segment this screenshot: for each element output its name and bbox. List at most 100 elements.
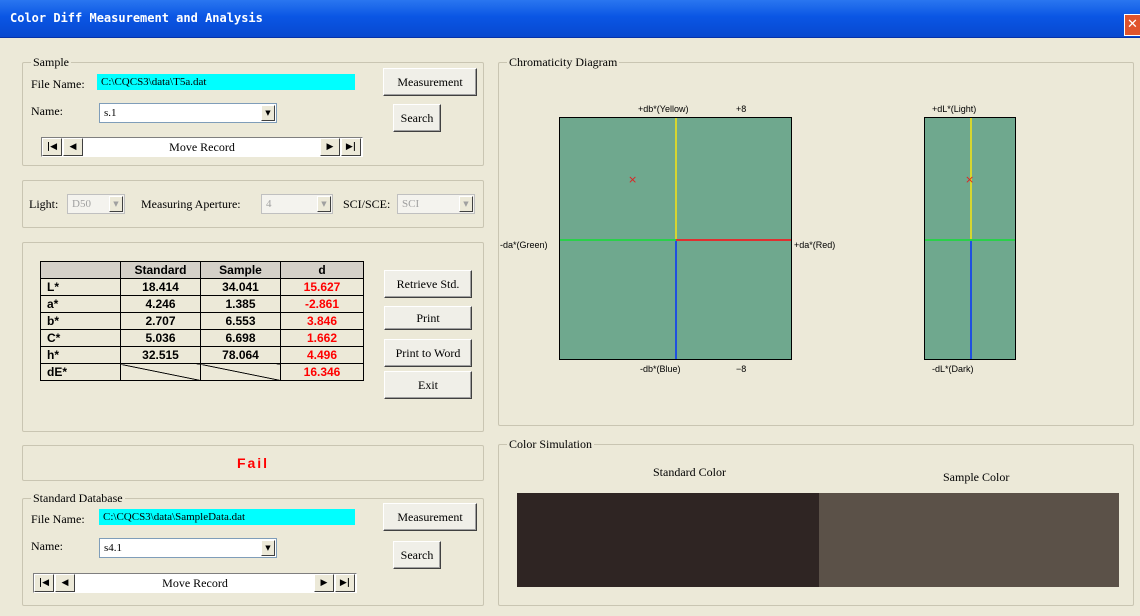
table-row: h* 32.515 78.064 4.496 bbox=[40, 346, 364, 364]
sample-value: 78.064 bbox=[200, 346, 281, 364]
table-row: a* 4.246 1.385 -2.861 bbox=[40, 295, 364, 313]
next-record-icon[interactable]: ▶ bbox=[314, 574, 334, 592]
sample-name-select[interactable]: s.1 ▼ bbox=[99, 103, 277, 123]
sample-measurement-button[interactable]: Measurement bbox=[383, 68, 477, 96]
aperture-label: Measuring Aperture: bbox=[141, 197, 241, 211]
standard-value: 32.515 bbox=[120, 346, 201, 364]
delta-value: -2.861 bbox=[280, 295, 364, 313]
standard-value-empty bbox=[120, 363, 201, 381]
sample-group: Sample File Name: C:\CQCS3\data\T5a.dat … bbox=[22, 55, 484, 166]
light-label: Light: bbox=[29, 197, 59, 211]
standard-db-group-title: Standard Database bbox=[31, 491, 125, 505]
l-zero-line bbox=[925, 239, 1015, 241]
blue-axis-line bbox=[675, 240, 677, 359]
chevron-down-icon[interactable]: ▼ bbox=[261, 105, 275, 121]
result-status: Fail bbox=[236, 455, 270, 471]
chromaticity-group-title: Chromaticity Diagram bbox=[507, 55, 620, 69]
delta-value: 1.662 bbox=[280, 329, 364, 347]
sample-file-label: File Name: bbox=[31, 77, 85, 91]
green-axis-label: -da*(Green) bbox=[500, 240, 548, 250]
result-box: Fail bbox=[22, 445, 484, 481]
retrieve-std-button[interactable]: Retrieve Std. bbox=[384, 270, 472, 298]
l-plot: × bbox=[924, 117, 1016, 360]
exit-button[interactable]: Exit bbox=[384, 371, 472, 399]
next-record-icon[interactable]: ▶ bbox=[320, 138, 340, 156]
prev-record-icon[interactable]: ◀ bbox=[55, 574, 75, 592]
db-name-select[interactable]: s4.1 ▼ bbox=[99, 538, 277, 558]
standard-value: 2.707 bbox=[120, 312, 201, 330]
dark-axis-line bbox=[970, 240, 972, 359]
table-row: dE* 16.346 bbox=[40, 363, 364, 381]
first-record-icon[interactable]: |◀ bbox=[34, 574, 54, 592]
yellow-axis-line bbox=[675, 118, 677, 240]
db-file-label: File Name: bbox=[31, 512, 85, 526]
print-to-word-button[interactable]: Print to Word bbox=[384, 339, 472, 367]
standard-value: 4.246 bbox=[120, 295, 201, 313]
table-row: C* 5.036 6.698 1.662 bbox=[40, 329, 364, 347]
scisce-label: SCI/SCE: bbox=[343, 197, 391, 211]
row-label: C* bbox=[40, 329, 121, 347]
aperture-select[interactable]: 4 ▼ bbox=[261, 194, 333, 214]
last-record-icon[interactable]: ▶| bbox=[341, 138, 361, 156]
standard-value: 18.414 bbox=[120, 278, 201, 296]
chevron-down-icon[interactable]: ▼ bbox=[459, 196, 473, 212]
results-table: Standard Sample d L* 18.414 34.041 15.62… bbox=[40, 261, 364, 381]
yellow-axis-label: +db*(Yellow) bbox=[638, 104, 689, 114]
scisce-select[interactable]: SCI ▼ bbox=[397, 194, 475, 214]
ab-plot: × bbox=[559, 117, 792, 360]
close-icon[interactable]: ✕ bbox=[1124, 14, 1140, 36]
table-header-sample: Sample bbox=[200, 261, 281, 279]
row-label: dE* bbox=[40, 363, 121, 381]
db-move-record: |◀ ◀ Move Record ▶ ▶| bbox=[33, 573, 357, 593]
prev-record-icon[interactable]: ◀ bbox=[63, 138, 83, 156]
blue-axis-label: -db*(Blue) bbox=[640, 364, 681, 374]
sample-value: 6.698 bbox=[200, 329, 281, 347]
red-axis-label: +da*(Red) bbox=[794, 240, 836, 250]
sample-point-marker: × bbox=[628, 173, 638, 186]
sample-file-path: C:\CQCS3\data\T5a.dat bbox=[97, 74, 355, 90]
print-button[interactable]: Print bbox=[384, 306, 472, 330]
db-measurement-button[interactable]: Measurement bbox=[383, 503, 477, 531]
db-name-label: Name: bbox=[31, 539, 63, 553]
db-search-button[interactable]: Search bbox=[393, 541, 441, 569]
table-header-standard: Standard bbox=[120, 261, 201, 279]
light-value: D50 bbox=[72, 198, 91, 210]
chevron-down-icon[interactable]: ▼ bbox=[109, 196, 123, 212]
title-bar: Color Diff Measurement and Analysis ✕ bbox=[0, 0, 1140, 38]
sample-name-value: s.1 bbox=[104, 107, 117, 119]
sample-color-swatch bbox=[819, 493, 1119, 587]
simulation-group: Color Simulation Standard Color Sample C… bbox=[498, 437, 1134, 606]
bottom-range-label: −8 bbox=[736, 364, 747, 374]
db-file-path: C:\CQCS3\data\SampleData.dat bbox=[99, 509, 355, 525]
sample-search-button[interactable]: Search bbox=[393, 104, 441, 132]
sample-group-title: Sample bbox=[31, 55, 71, 69]
sample-value: 6.553 bbox=[200, 312, 281, 330]
standard-value: 5.036 bbox=[120, 329, 201, 347]
sample-name-label: Name: bbox=[31, 104, 63, 118]
sample-value: 34.041 bbox=[200, 278, 281, 296]
first-record-icon[interactable]: |◀ bbox=[42, 138, 62, 156]
light-axis-label: +dL*(Light) bbox=[932, 104, 977, 114]
standard-db-group: Standard Database File Name: C:\CQCS3\da… bbox=[22, 491, 484, 606]
simulation-group-title: Color Simulation bbox=[507, 437, 595, 451]
delta-value: 4.496 bbox=[280, 346, 364, 364]
aperture-value: 4 bbox=[266, 198, 272, 210]
chevron-down-icon[interactable]: ▼ bbox=[261, 540, 275, 556]
table-header-row: Standard Sample d bbox=[40, 261, 364, 279]
sample-value-empty bbox=[200, 363, 281, 381]
sample-color-label: Sample Color bbox=[943, 470, 1010, 484]
delta-value: 15.627 bbox=[280, 278, 364, 296]
settings-group: Light: D50 ▼ Measuring Aperture: 4 ▼ SCI… bbox=[22, 180, 484, 228]
last-record-icon[interactable]: ▶| bbox=[335, 574, 355, 592]
table-row: L* 18.414 34.041 15.627 bbox=[40, 278, 364, 296]
dark-axis-label: -dL*(Dark) bbox=[932, 364, 974, 374]
top-range-label: +8 bbox=[736, 104, 747, 114]
chevron-down-icon[interactable]: ▼ bbox=[317, 196, 331, 212]
sample-value: 1.385 bbox=[200, 295, 281, 313]
standard-color-label: Standard Color bbox=[653, 465, 726, 479]
delta-value: 3.846 bbox=[280, 312, 364, 330]
db-name-value: s4.1 bbox=[104, 542, 123, 554]
l-point-marker: × bbox=[965, 173, 975, 186]
delta-value: 16.346 bbox=[280, 363, 364, 381]
light-select[interactable]: D50 ▼ bbox=[67, 194, 125, 214]
